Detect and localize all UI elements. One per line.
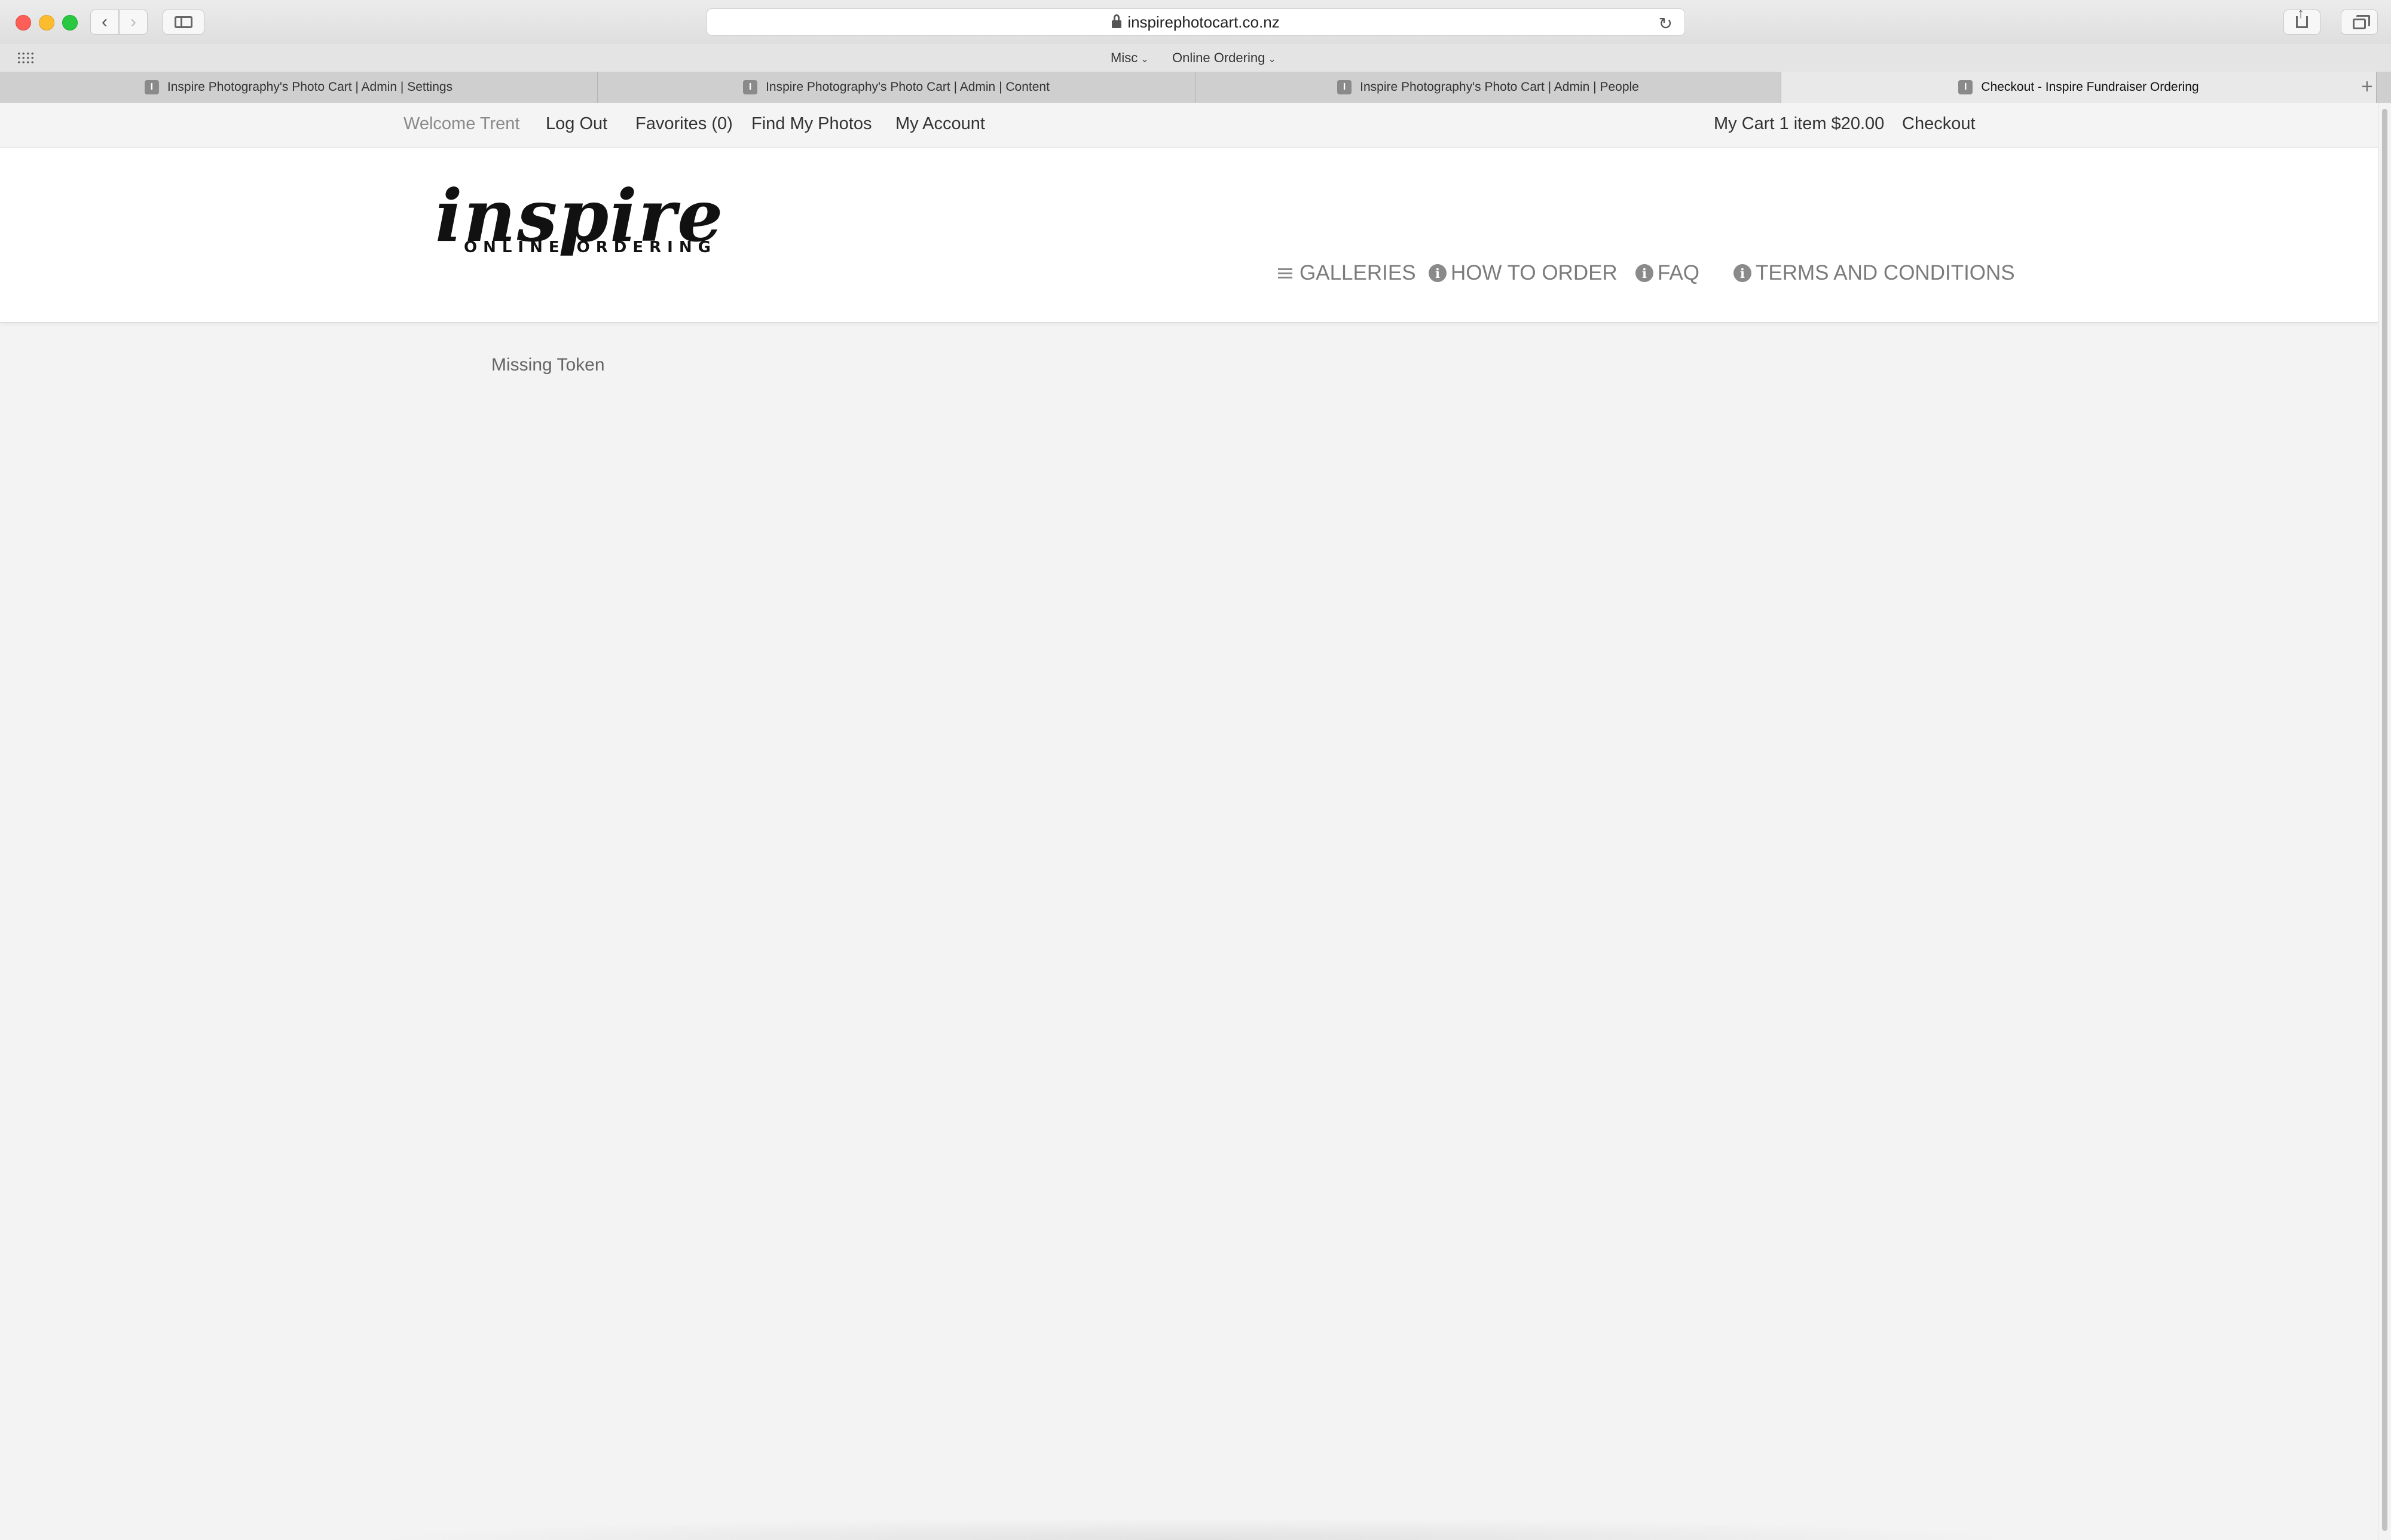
menu-faq[interactable]: i FAQ — [1635, 261, 1699, 285]
hamburger-icon — [1278, 268, 1292, 278]
bookmark-online-ordering[interactable]: Online Ordering ⌄ — [1172, 50, 1276, 66]
logout-link[interactable]: Log Out — [546, 114, 607, 134]
share-icon — [2296, 5, 2308, 28]
menu-galleries[interactable]: GALLERIES — [1278, 261, 1416, 285]
close-window-button[interactable] — [16, 15, 31, 30]
tab-title: Inspire Photography's Photo Cart | Admin… — [1360, 80, 1639, 94]
tab-title: Inspire Photography's Photo Cart | Admin… — [766, 80, 1050, 94]
web-page: Welcome Trent Log Out Favorites (0) Find… — [0, 103, 2378, 1540]
menu-terms-and-conditions[interactable]: i TERMS AND CONDITIONS — [1733, 261, 2015, 285]
show-tabs-button[interactable] — [2341, 10, 2378, 35]
menu-label: GALLERIES — [1300, 261, 1416, 284]
bookmarks-bar: Misc ⌄ Online Ordering ⌄ — [0, 44, 2391, 72]
page-scrollbar[interactable] — [2378, 103, 2391, 1540]
checkout-link[interactable]: Checkout — [1902, 114, 1976, 134]
tab-admin-people[interactable]: I Inspire Photography's Photo Cart | Adm… — [1196, 72, 1781, 103]
address-text: inspirephotocart.co.nz — [1127, 13, 1280, 31]
zoom-window-button[interactable] — [62, 15, 78, 30]
tabs-overview-icon — [2353, 15, 2370, 29]
site-favicon: I — [1337, 80, 1352, 94]
forward-button[interactable]: › — [119, 10, 148, 35]
account-bar: Welcome Trent Log Out Favorites (0) Find… — [0, 103, 2378, 148]
site-favicon: I — [1958, 80, 1973, 94]
chevron-right-icon: › — [130, 12, 136, 32]
reload-icon[interactable]: ↻ — [1659, 14, 1673, 33]
site-logo[interactable]: inspire ONLINE ORDERING — [432, 174, 724, 261]
bottom-shadow — [359, 1518, 2032, 1540]
menu-label: TERMS AND CONDITIONS — [1756, 261, 2015, 284]
back-button[interactable]: ‹ — [90, 10, 119, 35]
menu-label: FAQ — [1658, 261, 1700, 284]
address-bar[interactable]: inspirephotocart.co.nz ↻ — [707, 8, 1685, 36]
sidebar-icon — [175, 16, 192, 28]
minimize-window-button[interactable] — [39, 15, 54, 30]
menu-how-to-order[interactable]: i HOW TO ORDER — [1429, 261, 1618, 285]
share-button[interactable] — [2283, 5, 2320, 35]
tab-checkout[interactable]: I Checkout - Inspire Fundraiser Ordering — [1781, 72, 2377, 103]
site-favicon: I — [743, 80, 758, 94]
tab-title: Checkout - Inspire Fundraiser Ordering — [1981, 80, 2199, 94]
menu-label: HOW TO ORDER — [1451, 261, 1618, 284]
welcome-text: Welcome Trent — [403, 114, 520, 133]
scrollbar-thumb[interactable] — [2382, 109, 2387, 1531]
lock-icon — [1112, 14, 1122, 28]
info-icon: i — [1429, 264, 1447, 282]
my-account-link[interactable]: My Account — [895, 114, 985, 134]
new-tab-button[interactable]: + — [2361, 75, 2373, 99]
favorites-link[interactable]: Favorites (0) — [635, 114, 733, 134]
bookmark-misc[interactable]: Misc ⌄ — [1111, 50, 1149, 66]
tab-admin-settings[interactable]: I Inspire Photography's Photo Cart | Adm… — [0, 72, 598, 103]
my-cart-link[interactable]: My Cart 1 item $20.00 — [1714, 114, 1884, 134]
find-my-photos-link[interactable]: Find My Photos — [751, 114, 872, 134]
chevron-down-icon: ⌄ — [1141, 54, 1149, 65]
chevron-left-icon: ‹ — [102, 12, 108, 32]
tab-strip: I Inspire Photography's Photo Cart | Adm… — [0, 72, 2391, 103]
browser-titlebar: ‹ › inspirephotocart.co.nz ↻ — [0, 0, 2391, 45]
info-icon: i — [1733, 264, 1751, 282]
error-message: Missing Token — [491, 355, 605, 375]
site-header: inspire ONLINE ORDERING GALLERIES i HOW … — [0, 148, 2378, 323]
sidebar-toggle-button[interactable] — [163, 10, 204, 35]
chevron-down-icon: ⌄ — [1268, 54, 1276, 65]
info-icon: i — [1635, 264, 1653, 282]
tab-title: Inspire Photography's Photo Cart | Admin… — [167, 80, 453, 94]
site-favicon: I — [144, 80, 159, 94]
grid-icon[interactable] — [17, 51, 35, 65]
logo-subtitle: ONLINE ORDERING — [464, 238, 717, 256]
tab-admin-content[interactable]: I Inspire Photography's Photo Cart | Adm… — [598, 72, 1196, 103]
